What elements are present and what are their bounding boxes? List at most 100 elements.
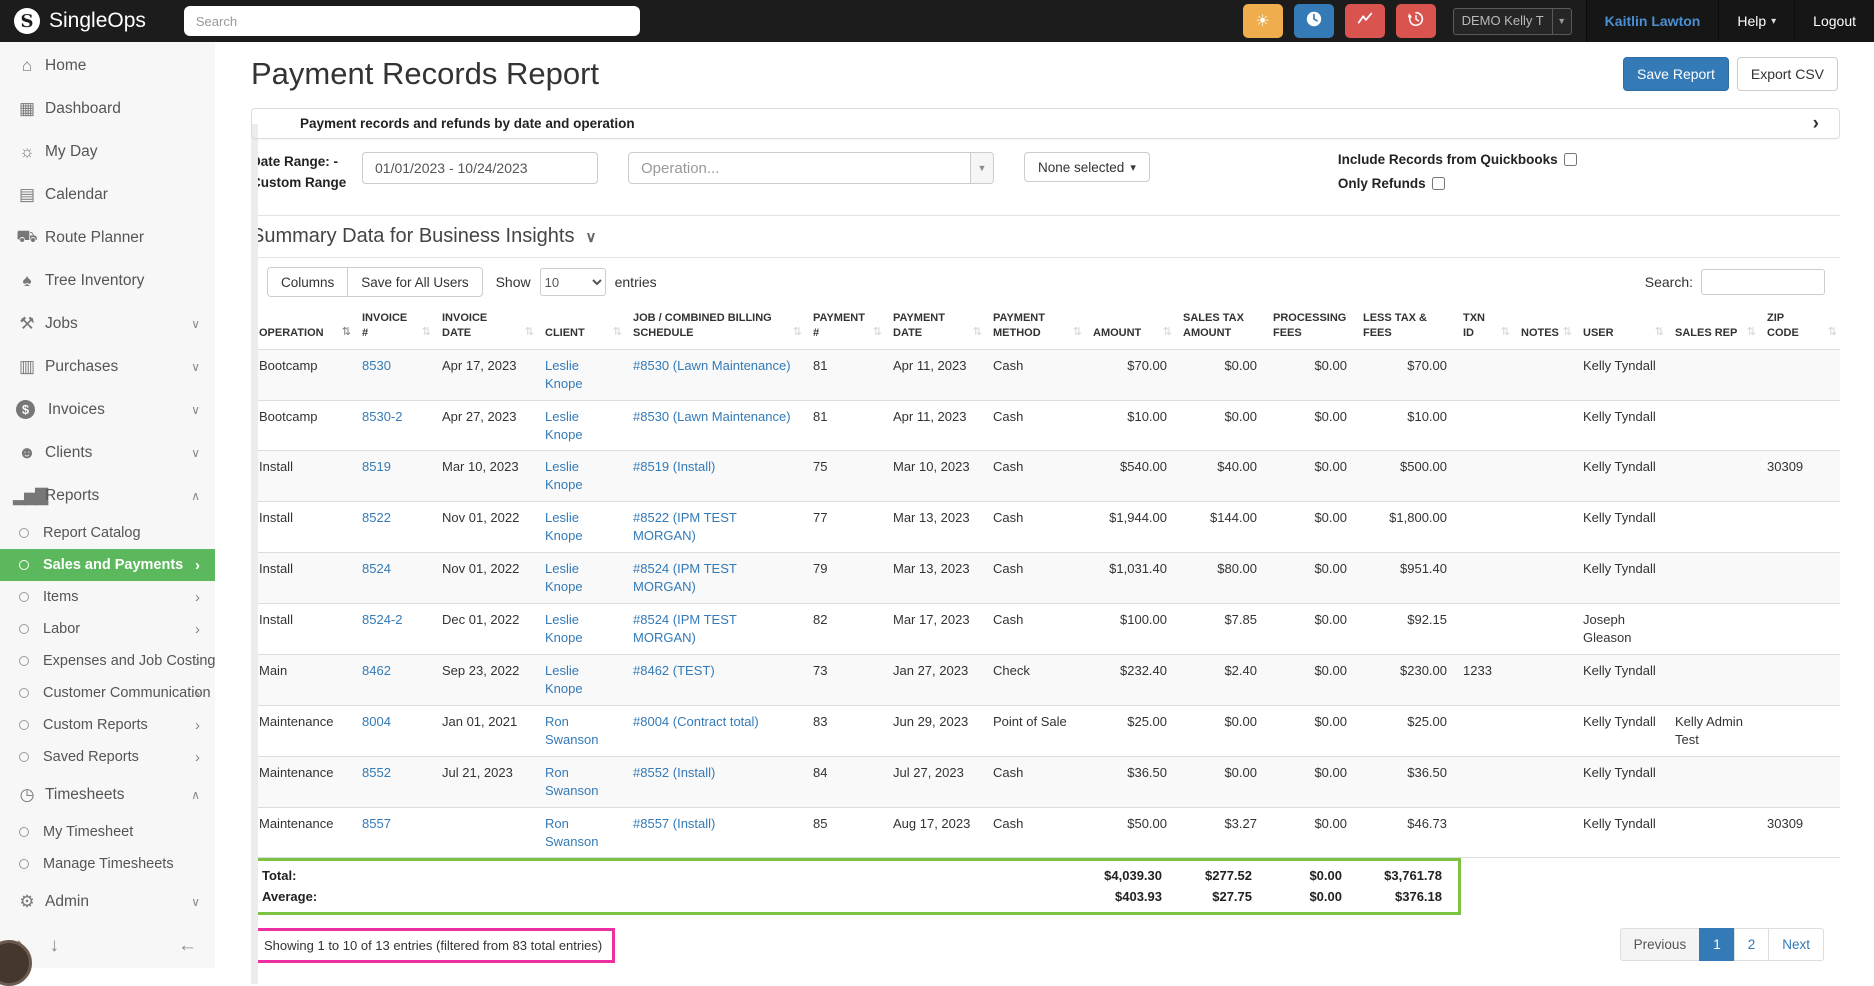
client-link[interactable]: Leslie Knope xyxy=(545,459,583,492)
date-range-input[interactable] xyxy=(362,152,598,184)
collapse-sidebar-icon[interactable] xyxy=(178,935,197,957)
col-header-less-tax-fees[interactable]: LESS TAX &FEES xyxy=(1355,307,1455,349)
invoice-link[interactable]: 8530 xyxy=(362,358,391,373)
sidebar-item-dashboard[interactable]: ▦ Dashboard xyxy=(0,87,215,130)
account-selector[interactable]: DEMO Kelly T xyxy=(1453,8,1572,35)
export-csv-button[interactable]: Export CSV xyxy=(1737,57,1838,91)
col-header-sales-tax-amount[interactable]: SALES TAXAMOUNT xyxy=(1175,307,1265,349)
sidebar-item-purchases[interactable]: ▥ Purchases ∨ xyxy=(0,345,215,388)
sort-icon[interactable]: ⇅ xyxy=(613,325,622,340)
job-link[interactable]: #8462 (TEST) xyxy=(633,663,715,678)
global-search-input[interactable] xyxy=(184,6,640,36)
col-header-notes[interactable]: NOTES ⇅ xyxy=(1513,307,1575,349)
sort-icon[interactable]: ⇅ xyxy=(873,325,882,340)
sidebar-item-custom-reports[interactable]: Custom Reports › xyxy=(0,709,215,741)
sidebar-item-clients[interactable]: ☻ Clients ∨ xyxy=(0,431,215,474)
job-link[interactable]: #8522 (IPM TEST MORGAN) xyxy=(633,510,737,543)
invoice-link[interactable]: 8462 xyxy=(362,663,391,678)
client-link[interactable]: Ron Swanson xyxy=(545,765,598,798)
sidebar-item-labor[interactable]: Labor › xyxy=(0,613,215,645)
only-refunds-checkbox[interactable] xyxy=(1432,177,1445,190)
user-name-link[interactable]: Kaitlin Lawton xyxy=(1586,0,1719,42)
col-header-processing-fees[interactable]: PROCESSINGFEES xyxy=(1265,307,1355,349)
invoice-link[interactable]: 8524 xyxy=(362,561,391,576)
sidebar-item-route-planner[interactable]: ⛟ Route Planner xyxy=(0,216,215,259)
col-header-operation[interactable]: OPERATION ⇅ xyxy=(251,307,354,349)
include-quickbooks-checkbox[interactable] xyxy=(1564,153,1577,166)
col-header-txn-id[interactable]: TXNID ⇅ xyxy=(1455,307,1513,349)
page-button-1[interactable]: 1 xyxy=(1699,928,1735,961)
client-link[interactable]: Leslie Knope xyxy=(545,612,583,645)
sidebar-item-tree-inventory[interactable]: ♠ Tree Inventory xyxy=(0,259,215,302)
sort-icon[interactable]: ⇅ xyxy=(422,325,431,340)
page-button-next[interactable]: Next xyxy=(1768,928,1824,961)
sidebar-item-saved-reports[interactable]: Saved Reports › xyxy=(0,741,215,773)
col-header-invoice[interactable]: INVOICE# ⇅ xyxy=(354,307,434,349)
col-header-invoice-date[interactable]: INVOICEDATE ⇅ xyxy=(434,307,537,349)
col-header-sales-rep[interactable]: SALES REP ⇅ xyxy=(1667,307,1759,349)
sidebar-item-reports[interactable]: ▂▅▇ Reports ∧ xyxy=(0,474,215,517)
job-link[interactable]: #8557 (Install) xyxy=(633,816,715,831)
client-link[interactable]: Ron Swanson xyxy=(545,816,598,849)
sidebar-item-invoices[interactable]: $ Invoices ∨ xyxy=(0,388,215,431)
activity-button[interactable] xyxy=(1345,4,1385,38)
col-header-client[interactable]: CLIENT ⇅ xyxy=(537,307,625,349)
client-link[interactable]: Leslie Knope xyxy=(545,663,583,696)
invoice-link[interactable]: 8557 xyxy=(362,816,391,831)
page-button-2[interactable]: 2 xyxy=(1734,928,1770,961)
job-link[interactable]: #8552 (Install) xyxy=(633,765,715,780)
invoice-link[interactable]: 8530-2 xyxy=(362,409,402,424)
my-day-button[interactable]: ☀ xyxy=(1243,4,1283,38)
sort-icon[interactable]: ⇅ xyxy=(1747,325,1756,340)
none-selected-dropdown[interactable]: None selected xyxy=(1024,152,1150,182)
sort-icon[interactable]: ⇅ xyxy=(1501,325,1510,340)
client-link[interactable]: Leslie Knope xyxy=(545,561,583,594)
col-header-zip-code[interactable]: ZIPCODE ⇅ xyxy=(1759,307,1840,349)
job-link[interactable]: #8530 (Lawn Maintenance) xyxy=(633,409,791,424)
sort-icon[interactable]: ⇅ xyxy=(1163,325,1172,340)
sidebar-item-home[interactable]: ⌂ Home xyxy=(0,44,215,87)
singleops-logo[interactable]: S SingleOps xyxy=(0,8,160,34)
chevron-right-icon[interactable] xyxy=(1813,113,1819,135)
sort-icon[interactable]: ⇅ xyxy=(1073,325,1082,340)
sort-icon[interactable]: ⇅ xyxy=(342,325,351,340)
client-link[interactable]: Leslie Knope xyxy=(545,510,583,543)
sidebar-item-customer-communication[interactable]: Customer Communication › xyxy=(0,677,215,709)
timer-button[interactable] xyxy=(1294,4,1334,38)
sort-icon[interactable]: ⇅ xyxy=(1655,325,1664,340)
report-description-panel[interactable]: Payment records and refunds by date and … xyxy=(251,108,1840,139)
job-link[interactable]: #8004 (Contract total) xyxy=(633,714,759,729)
sidebar-item-calendar[interactable]: ▤ Calendar xyxy=(0,173,215,216)
page-size-select[interactable]: 10 xyxy=(540,268,606,296)
page-button-previous[interactable]: Previous xyxy=(1620,928,1701,961)
sidebar-item-jobs[interactable]: ⚒ Jobs ∨ xyxy=(0,302,215,345)
sort-icon[interactable]: ⇅ xyxy=(1563,325,1572,340)
col-header-amount[interactable]: AMOUNT ⇅ xyxy=(1085,307,1175,349)
job-link[interactable]: #8530 (Lawn Maintenance) xyxy=(633,358,791,373)
table-search-input[interactable] xyxy=(1701,269,1825,295)
save-for-all-users-button[interactable]: Save for All Users xyxy=(347,267,482,297)
columns-button[interactable]: Columns xyxy=(267,267,348,297)
sort-icon[interactable]: ⇅ xyxy=(973,325,982,340)
sidebar-item-items[interactable]: Items › xyxy=(0,581,215,613)
sidebar-item-my-day[interactable]: ☼ My Day xyxy=(0,130,215,173)
summary-section-header[interactable]: Summary Data for Business Insights xyxy=(251,225,1840,248)
invoice-link[interactable]: 8522 xyxy=(362,510,391,525)
sidebar-item-sales-and-payments[interactable]: Sales and Payments › xyxy=(0,549,215,581)
save-report-button[interactable]: Save Report xyxy=(1623,57,1729,91)
scroll-down-icon[interactable] xyxy=(50,935,60,957)
invoice-link[interactable]: 8004 xyxy=(362,714,391,729)
client-link[interactable]: Leslie Knope xyxy=(545,409,583,442)
col-header-job-combined-billing-schedule[interactable]: JOB / COMBINED BILLINGSCHEDULE ⇅ xyxy=(625,307,805,349)
sort-icon[interactable]: ⇅ xyxy=(1828,325,1837,340)
invoice-link[interactable]: 8519 xyxy=(362,459,391,474)
client-link[interactable]: Leslie Knope xyxy=(545,358,583,391)
job-link[interactable]: #8519 (Install) xyxy=(633,459,715,474)
job-link[interactable]: #8524 (IPM TEST MORGAN) xyxy=(633,561,737,594)
sidebar-item-my-timesheet[interactable]: My Timesheet xyxy=(0,816,215,848)
sidebar-item-report-catalog[interactable]: Report Catalog xyxy=(0,517,215,549)
sort-icon[interactable]: ⇅ xyxy=(793,325,802,340)
sidebar-item-manage-timesheets[interactable]: Manage Timesheets xyxy=(0,848,215,880)
col-header-payment[interactable]: PAYMENT# ⇅ xyxy=(805,307,885,349)
client-link[interactable]: Ron Swanson xyxy=(545,714,598,747)
